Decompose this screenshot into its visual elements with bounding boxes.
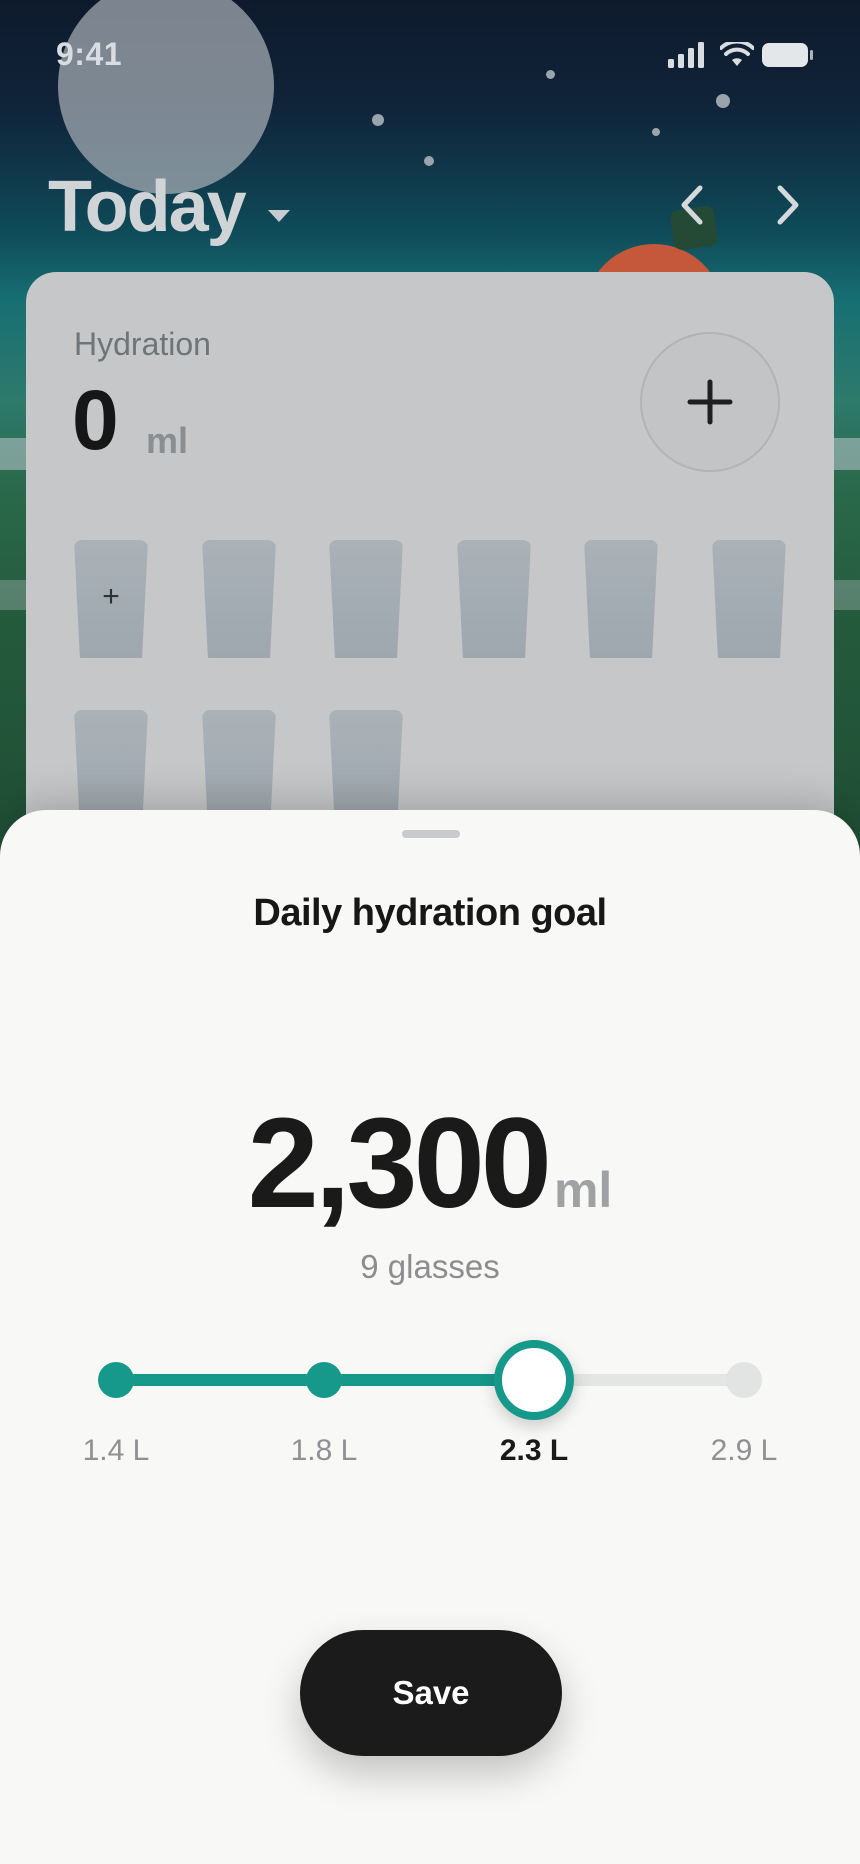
- glass-add-slot[interactable]: +: [74, 540, 148, 658]
- battery-icon: [762, 43, 813, 67]
- hydration-label: Hydration: [74, 326, 211, 362]
- chevron-left-icon[interactable]: [672, 182, 712, 228]
- glass-plus-icon: +: [102, 580, 120, 613]
- glass-slot[interactable]: [202, 540, 276, 658]
- goal-step-dot[interactable]: [726, 1362, 762, 1398]
- glass-slot[interactable]: [329, 540, 403, 658]
- goal-bottom-sheet: Daily hydration goal 2,300 ml 9 glasses 1…: [0, 810, 860, 1864]
- cellular-signal-icon: [668, 42, 704, 68]
- sheet-title: Daily hydration goal: [253, 892, 607, 934]
- sheet-grabber[interactable]: [402, 830, 460, 838]
- status-time: 9:41: [56, 36, 123, 72]
- date-title[interactable]: Today: [48, 166, 247, 248]
- add-water-button[interactable]: [640, 332, 780, 472]
- goal-step-label-selected[interactable]: 2.3 L: [474, 1434, 594, 1468]
- plus-icon: [687, 379, 733, 425]
- caret-down-icon[interactable]: [268, 210, 290, 222]
- goal-slider-thumb[interactable]: [494, 1340, 574, 1420]
- glass-slot[interactable]: [457, 540, 531, 658]
- glass-slot[interactable]: [584, 540, 658, 658]
- goal-step-label[interactable]: 2.9 L: [684, 1434, 804, 1468]
- goal-unit: ml: [553, 1162, 613, 1218]
- glasses-count: 9 glasses: [360, 1248, 500, 1285]
- glass-slot[interactable]: [712, 540, 786, 658]
- goal-value: 2,300: [247, 1092, 552, 1235]
- status-bar: 9:41: [0, 0, 860, 110]
- goal-step-dot[interactable]: [306, 1362, 342, 1398]
- star: [652, 128, 660, 136]
- star: [424, 156, 434, 166]
- hydration-amount: 0: [72, 373, 119, 467]
- star: [372, 114, 384, 126]
- save-button[interactable]: Save: [300, 1630, 562, 1756]
- hydration-unit: ml: [146, 420, 189, 461]
- wifi-icon: [720, 42, 754, 66]
- chevron-right-icon[interactable]: [768, 182, 808, 228]
- goal-step-dot[interactable]: [98, 1362, 134, 1398]
- goal-step-label[interactable]: 1.4 L: [56, 1434, 176, 1468]
- goal-amount-display: 2,300 ml: [0, 1090, 860, 1237]
- goal-step-label[interactable]: 1.8 L: [264, 1434, 384, 1468]
